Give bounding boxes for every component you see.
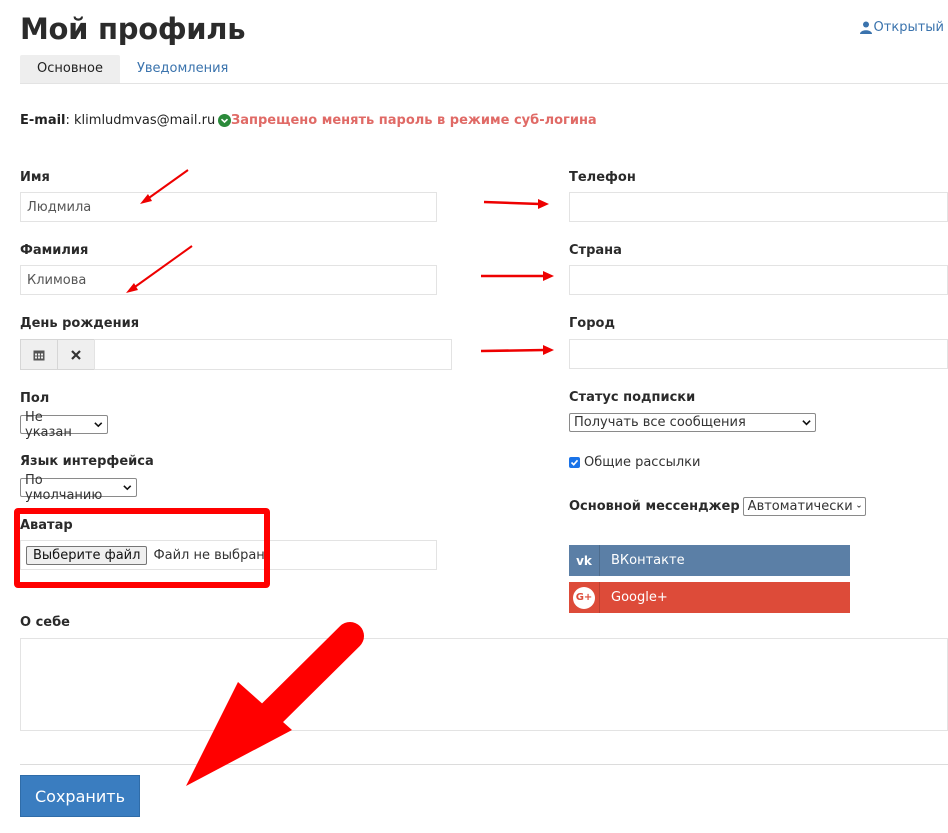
password-warning: Запрещено менять пароль в режиме суб-лог… xyxy=(231,113,597,128)
messenger-value: Автоматически xyxy=(747,499,853,514)
tab-divider xyxy=(20,83,948,84)
subscription-label: Статус подписки xyxy=(569,390,696,405)
about-textarea[interactable] xyxy=(20,638,948,731)
birthday-label: День рождения xyxy=(20,316,140,331)
last-name-input[interactable]: Климова xyxy=(20,265,437,295)
calendar-icon xyxy=(33,350,45,360)
chevron-down-icon xyxy=(123,485,132,491)
profile-visibility-label: Открытый xyxy=(873,20,944,35)
close-icon xyxy=(71,349,81,360)
gender-value: Не указан xyxy=(25,409,72,440)
profile-visibility-link[interactable]: Открытый xyxy=(859,20,944,35)
chevron-down-icon xyxy=(802,420,811,426)
google-plus-label: Google+ xyxy=(611,590,668,605)
messenger-label: Основной мессенджер xyxy=(569,499,740,514)
annotation-arrow xyxy=(480,345,554,355)
google-plus-icon: G+ xyxy=(569,582,600,613)
vk-icon: vk xyxy=(569,545,600,576)
phone-input[interactable] xyxy=(569,192,948,222)
birthday-input[interactable] xyxy=(94,339,452,370)
tab-main[interactable]: Основное xyxy=(20,55,120,83)
email-label: E-mail xyxy=(20,113,66,128)
verified-check-icon xyxy=(218,114,232,127)
form-divider xyxy=(20,764,948,765)
newsletters-label: Общие рассылки xyxy=(584,455,701,470)
vk-label: ВКонтакте xyxy=(611,553,685,568)
annotation-arrow xyxy=(481,271,554,281)
tab-notifications[interactable]: Уведомления xyxy=(120,55,245,83)
annotation-arrow xyxy=(483,199,549,209)
save-button[interactable]: Сохранить xyxy=(20,775,140,817)
email-value: klimludmvas@mail.ru xyxy=(74,113,216,128)
first-name-label: Имя xyxy=(20,170,50,185)
google-plus-connect-button[interactable]: G+ Google+ xyxy=(569,582,850,613)
newsletters-checkbox[interactable] xyxy=(569,457,580,468)
city-label: Город xyxy=(569,316,615,331)
tab-bar: Основное Уведомления xyxy=(20,55,245,83)
messenger-row: Основной мессенджер Автоматически xyxy=(569,497,866,516)
language-label: Язык интерфейса xyxy=(20,454,154,469)
calendar-button[interactable] xyxy=(20,339,58,370)
city-input[interactable] xyxy=(569,339,948,369)
email-row: E-mail: klimludmvas@mail.ru xyxy=(20,113,232,128)
annotation-red-box xyxy=(14,508,270,588)
about-label: О себе xyxy=(20,615,70,630)
user-icon xyxy=(859,21,872,34)
page-title: Мой профиль xyxy=(20,12,246,46)
check-icon xyxy=(570,459,579,466)
language-select[interactable]: По умолчанию xyxy=(20,473,137,503)
chevron-down-icon xyxy=(94,422,103,428)
clear-date-button[interactable] xyxy=(57,339,95,370)
newsletters-row: Общие рассылки xyxy=(569,455,700,470)
subscription-select[interactable]: Получать все сообщения xyxy=(569,413,816,432)
first-name-input[interactable]: Людмила xyxy=(20,192,437,222)
vk-connect-button[interactable]: vk ВКонтакте xyxy=(569,545,850,576)
country-input[interactable] xyxy=(569,265,948,295)
phone-label: Телефон xyxy=(569,170,636,185)
last-name-label: Фамилия xyxy=(20,243,89,258)
gender-select[interactable]: Не указан xyxy=(20,410,108,440)
messenger-select[interactable]: Автоматически xyxy=(742,497,866,516)
country-label: Страна xyxy=(569,243,622,258)
subscription-value: Получать все сообщения xyxy=(574,415,746,430)
gender-label: Пол xyxy=(20,391,50,406)
language-value: По умолчанию xyxy=(25,472,103,503)
chevron-down-icon xyxy=(856,505,861,508)
